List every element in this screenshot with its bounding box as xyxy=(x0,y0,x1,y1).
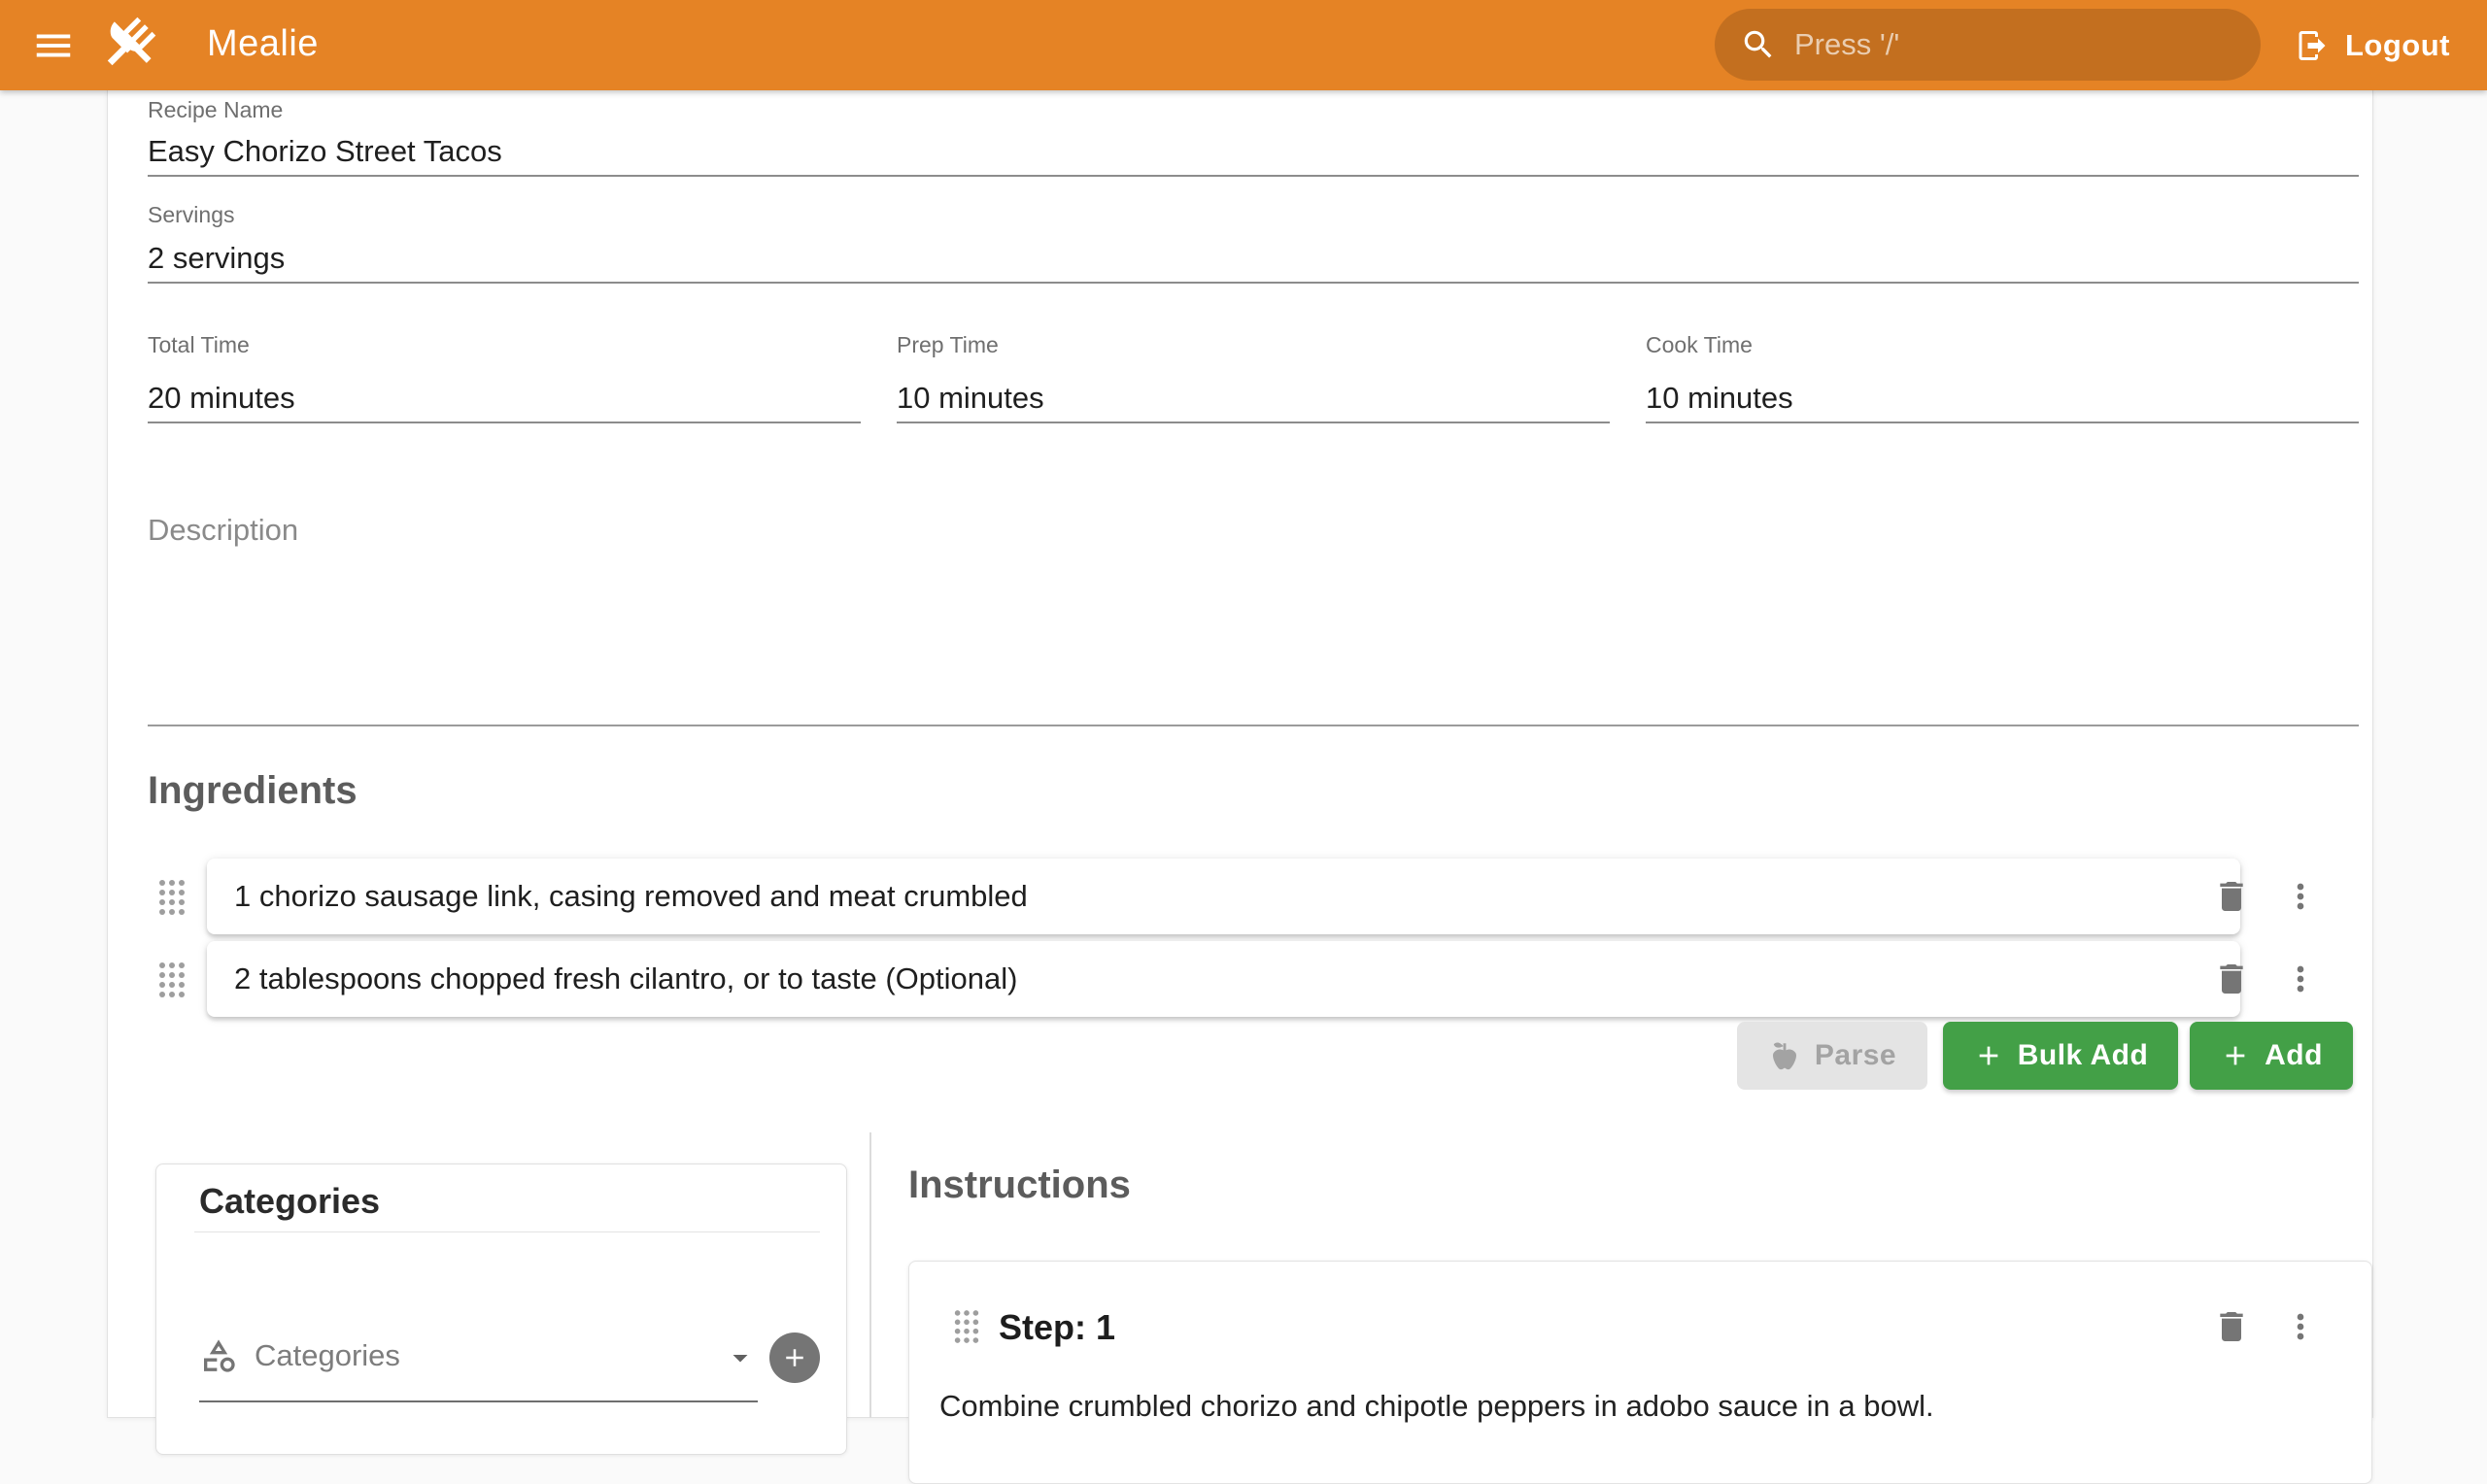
column-divider xyxy=(869,1132,871,1418)
drag-handle-icon[interactable] xyxy=(952,1307,981,1351)
apple-icon xyxy=(1768,1039,1801,1072)
servings-input[interactable] xyxy=(148,241,2359,276)
delete-step-button[interactable] xyxy=(2212,1307,2251,1346)
recipe-name-label: Recipe Name xyxy=(148,97,283,123)
prep-time-field xyxy=(897,357,1610,423)
plus-icon xyxy=(780,1343,809,1372)
servings-field xyxy=(148,227,2359,284)
ingredient-row xyxy=(0,941,2487,1017)
shapes-icon xyxy=(199,1336,238,1375)
kebab-menu-icon xyxy=(2281,960,2320,998)
ingredient-menu-button[interactable] xyxy=(2281,877,2320,916)
chevron-down-icon xyxy=(723,1340,758,1375)
logout-icon xyxy=(2295,28,2330,63)
prep-time-label: Prep Time xyxy=(897,332,999,358)
recipe-name-input[interactable] xyxy=(148,134,2359,169)
step-title: Step: 1 xyxy=(999,1307,1115,1348)
total-time-label: Total Time xyxy=(148,332,250,358)
ingredients-heading: Ingredients xyxy=(148,769,358,813)
logout-button[interactable]: Logout xyxy=(2287,0,2458,90)
cook-time-field xyxy=(1646,357,2359,423)
ingredient-row xyxy=(0,859,2487,934)
total-time-input[interactable] xyxy=(148,381,861,416)
cook-time-input[interactable] xyxy=(1646,381,2359,416)
bulk-add-label: Bulk Add xyxy=(2018,1039,2149,1072)
ingredient-input[interactable] xyxy=(234,941,2213,1017)
categories-select[interactable]: Categories xyxy=(199,1329,758,1389)
instructions-heading: Instructions xyxy=(908,1164,1131,1207)
categories-card-title: Categories xyxy=(199,1181,380,1222)
trash-icon xyxy=(2212,960,2251,998)
cook-time-label: Cook Time xyxy=(1646,332,1753,358)
description-textarea[interactable] xyxy=(148,490,2359,725)
prep-time-input[interactable] xyxy=(897,381,1610,416)
plus-icon xyxy=(1973,1040,2004,1071)
servings-label: Servings xyxy=(148,202,234,228)
recipe-name-field xyxy=(148,120,2359,177)
app-bar: Mealie Logout xyxy=(0,0,2487,90)
ingredient-input[interactable] xyxy=(234,859,2213,934)
description-field xyxy=(148,490,2359,726)
add-category-button[interactable] xyxy=(769,1332,820,1383)
ingredient-input-card xyxy=(207,859,2240,934)
drag-handle-icon[interactable] xyxy=(156,877,187,923)
bulk-add-button[interactable]: Bulk Add xyxy=(1943,1022,2178,1090)
trash-icon xyxy=(2212,1307,2251,1346)
search-icon xyxy=(1740,26,1777,63)
categories-select-label: Categories xyxy=(255,1338,400,1373)
search-input[interactable] xyxy=(1794,27,2235,62)
add-ingredient-button[interactable]: Add xyxy=(2190,1022,2353,1090)
logout-label: Logout xyxy=(2345,28,2450,63)
step-text[interactable]: Combine crumbled chorizo and chipotle pe… xyxy=(939,1389,2319,1424)
delete-ingredient-button[interactable] xyxy=(2212,877,2251,916)
ingredient-input-card xyxy=(207,941,2240,1017)
search-box[interactable] xyxy=(1715,9,2261,81)
drag-handle-icon[interactable] xyxy=(156,960,187,1005)
step-menu-button[interactable] xyxy=(2281,1307,2320,1346)
add-label: Add xyxy=(2265,1039,2323,1072)
categories-select-underline xyxy=(199,1400,758,1402)
ingredient-menu-button[interactable] xyxy=(2281,960,2320,998)
total-time-field xyxy=(148,357,861,423)
instruction-step-card xyxy=(908,1261,2372,1484)
parse-button[interactable]: Parse xyxy=(1737,1022,1927,1090)
mealie-logo-icon xyxy=(97,14,159,76)
hamburger-menu-icon[interactable] xyxy=(29,21,78,70)
delete-ingredient-button[interactable] xyxy=(2212,960,2251,998)
parse-label: Parse xyxy=(1815,1039,1896,1072)
kebab-menu-icon xyxy=(2281,1307,2320,1346)
app-title: Mealie xyxy=(207,23,319,65)
plus-icon xyxy=(2220,1040,2251,1071)
trash-icon xyxy=(2212,877,2251,916)
menu-icon xyxy=(31,23,76,68)
categories-divider xyxy=(194,1231,820,1232)
kebab-menu-icon xyxy=(2281,877,2320,916)
